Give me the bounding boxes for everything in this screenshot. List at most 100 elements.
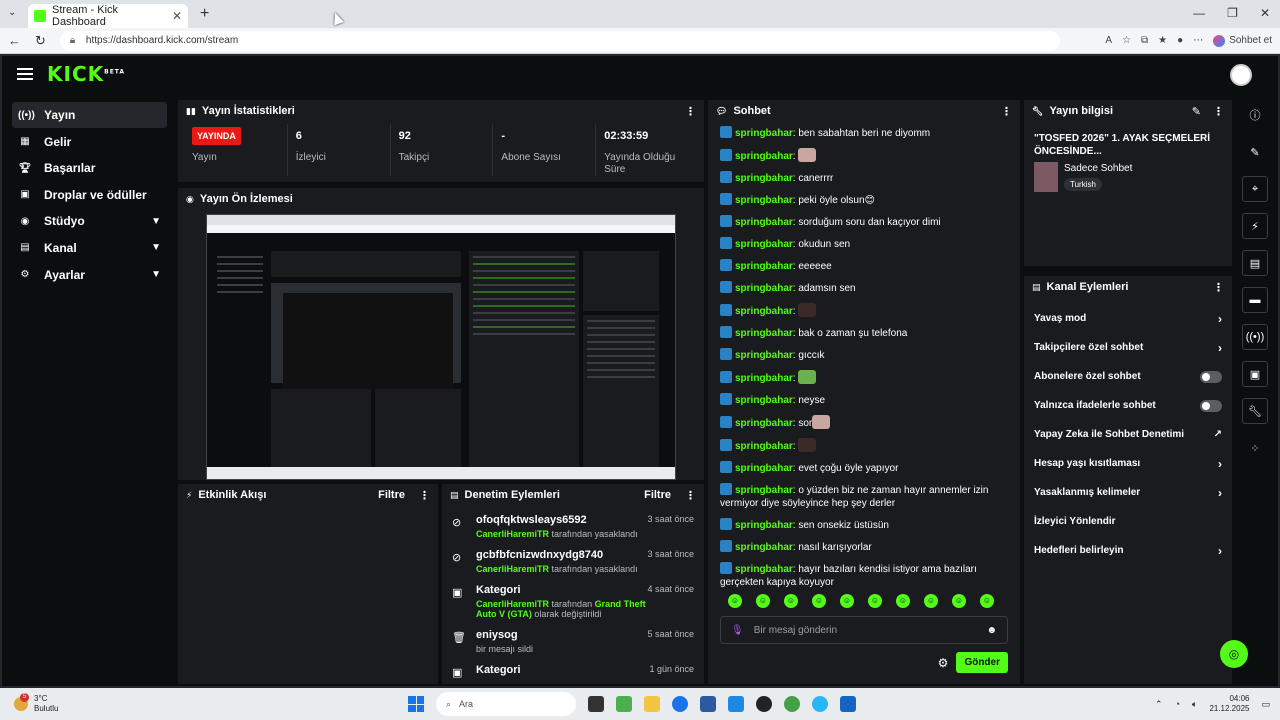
chat-username[interactable]: springbahar: [735, 441, 793, 452]
more-icon[interactable]: ⋯: [1193, 35, 1203, 46]
edit-icon[interactable]: ✎: [1192, 105, 1201, 118]
sidebar-item-yayin[interactable]: ((•)) Yayın: [12, 102, 167, 128]
chat-username[interactable]: springbahar: [735, 128, 793, 139]
sidebar-item-gelir[interactable]: ▦ Gelir: [12, 129, 167, 155]
chat-message[interactable]: springbahar:: [720, 434, 1012, 457]
weather-widget[interactable]: 5 3°C Bulutlu: [14, 693, 58, 714]
chat-messages[interactable]: springbahar: ben sabahtan beri ne diyomm…: [708, 122, 1020, 590]
favorite-star-icon[interactable]: ☆: [1122, 35, 1131, 46]
sidebar-item-kanal[interactable]: ▤ Kanal ▼: [12, 235, 167, 261]
tab-list-icon[interactable]: ⌄: [8, 7, 16, 18]
chat-username[interactable]: springbahar: [735, 239, 793, 250]
kick-logo[interactable]: KICKBETA: [47, 62, 125, 86]
more-options-icon[interactable]: ⋮: [685, 105, 696, 118]
sidebar-item-droplar[interactable]: ▣ Droplar ve ödüller: [12, 182, 167, 208]
copilot-button[interactable]: Sohbet et: [1213, 34, 1272, 47]
windows-start-icon[interactable]: [408, 696, 424, 712]
chat-message[interactable]: springbahar: sen onsekiz üstüsün: [720, 514, 1012, 536]
channel-action-item[interactable]: Hesap yaşı kısıtlaması ›: [1024, 449, 1232, 478]
more-options-icon[interactable]: ⋮: [419, 489, 430, 502]
info-icon[interactable]: ⓘ: [1242, 102, 1268, 128]
chat-message[interactable]: springbahar: o yüzden biz ne zaman hayır…: [720, 479, 1012, 514]
chat-username[interactable]: springbahar: [735, 195, 793, 206]
obs-icon[interactable]: [756, 696, 772, 712]
pencil-icon[interactable]: ✎: [1242, 139, 1268, 165]
edge-icon[interactable]: [672, 696, 688, 712]
emote-icon[interactable]: ☺: [980, 594, 994, 608]
wrench-icon[interactable]: 🔧︎: [1242, 398, 1268, 424]
file-explorer-icon[interactable]: [644, 696, 660, 712]
microphone-icon[interactable]: 🎙︎: [731, 625, 744, 636]
chat-username[interactable]: springbahar: [735, 564, 793, 575]
back-icon[interactable]: ←: [8, 33, 21, 49]
task-view-icon[interactable]: [588, 696, 604, 712]
menu-icon[interactable]: [17, 68, 33, 80]
chat-message[interactable]: springbahar: neyse: [720, 389, 1012, 411]
filter-button[interactable]: Filtre: [644, 489, 671, 501]
channel-action-item[interactable]: Abonelere özel sohbet: [1024, 362, 1232, 391]
chat-message[interactable]: springbahar: sorduğum soru dan kaçıyor d…: [720, 211, 1012, 233]
chat-username[interactable]: springbahar: [735, 373, 793, 384]
integrations-icon[interactable]: ⁘: [1242, 435, 1268, 461]
chat-message[interactable]: springbahar: ben sabahtan beri ne diyomm: [720, 122, 1012, 144]
chat-message[interactable]: springbahar: adamsın sen: [720, 277, 1012, 299]
user-avatar[interactable]: [1230, 64, 1252, 86]
channel-action-item[interactable]: Yapay Zeka ile Sohbet Denetimi ↗: [1024, 420, 1232, 449]
list-item[interactable]: ▣ Kategori 1 gün önce: [452, 658, 694, 683]
kick-app-icon[interactable]: [784, 696, 800, 712]
maximize-icon[interactable]: ❐: [1227, 6, 1238, 20]
chat-username[interactable]: springbahar: [735, 350, 793, 361]
chat-username[interactable]: springbahar: [735, 306, 793, 317]
sidebar-item-basarilar[interactable]: 🏆︎ Başarılar: [12, 155, 167, 181]
chat-message[interactable]: springbahar:: [720, 299, 1012, 322]
support-chat-button[interactable]: ◎: [1220, 640, 1248, 668]
chat-username[interactable]: springbahar: [735, 217, 793, 228]
emoji-picker-icon[interactable]: ☻: [986, 625, 997, 636]
app-icon[interactable]: [812, 696, 828, 712]
list-item[interactable]: 🗑︎ eniysog bir mesajı sildi 5 saat önce: [452, 623, 694, 658]
send-button[interactable]: Gönder: [956, 652, 1008, 673]
emote-icon[interactable]: ☺: [756, 594, 770, 608]
chat-username[interactable]: springbahar: [735, 173, 793, 184]
chat-message[interactable]: springbahar: okudun sen: [720, 233, 1012, 255]
favorites-icon[interactable]: ★: [1158, 35, 1167, 46]
more-options-icon[interactable]: ⋮: [1001, 105, 1012, 118]
browser-tab[interactable]: Stream - Kick Dashboard ✕: [28, 4, 188, 28]
chat-username[interactable]: springbahar: [735, 463, 793, 474]
target-icon[interactable]: ⌖: [1242, 176, 1268, 202]
store-icon[interactable]: [700, 696, 716, 712]
chat-username[interactable]: springbahar: [735, 418, 793, 429]
toggle-switch[interactable]: [1200, 370, 1222, 383]
chat-settings-icon[interactable]: ⚙: [938, 656, 949, 670]
chat-username[interactable]: springbahar: [735, 151, 793, 162]
toggle-switch[interactable]: [1200, 399, 1222, 412]
profile-icon[interactable]: ●: [1177, 35, 1183, 46]
list-item[interactable]: ▣ Kategori CanerliHaremiTR tarafından Gra…: [452, 578, 694, 623]
chevron-up-icon[interactable]: ⌃: [1155, 699, 1163, 710]
chat-message[interactable]: springbahar: eeeeee: [720, 255, 1012, 277]
notification-icon[interactable]: ▭: [1261, 699, 1270, 710]
bolt-icon[interactable]: ⚡︎: [1242, 213, 1268, 239]
chat-input[interactable]: 🎙︎ Bir mesaj gönderin ☻: [720, 616, 1008, 644]
channel-action-item[interactable]: Takipçilere özel sohbet ›: [1024, 333, 1232, 362]
taskbar-search[interactable]: ⌕ Ara: [436, 692, 576, 716]
chat-username[interactable]: springbahar: [735, 261, 793, 272]
chat-username[interactable]: springbahar: [735, 283, 793, 294]
stream-preview-video[interactable]: [206, 214, 676, 480]
emote-icon[interactable]: ☺: [868, 594, 882, 608]
chat-message[interactable]: springbahar: hayır bazıları kendisi isti…: [720, 558, 1012, 590]
chat-username[interactable]: springbahar: [735, 485, 793, 496]
emote-icon[interactable]: ☺: [896, 594, 910, 608]
clock[interactable]: 04:06 21.12.2025: [1209, 694, 1249, 714]
chat-username[interactable]: springbahar: [735, 520, 793, 531]
new-tab-icon[interactable]: +: [200, 5, 209, 23]
channel-action-item[interactable]: Yalnızca ifadelerle sohbet: [1024, 391, 1232, 420]
chat-message[interactable]: springbahar: peki öyle olsun😊: [720, 189, 1012, 211]
channel-action-item[interactable]: Hedefleri belirleyin ›: [1024, 536, 1232, 565]
chat-message[interactable]: springbahar: evet çoğu öyle yapıyor: [720, 457, 1012, 479]
more-options-icon[interactable]: ⋮: [1213, 281, 1224, 294]
filter-button[interactable]: Filtre: [378, 489, 405, 501]
chat-username[interactable]: springbahar: [735, 542, 793, 553]
app-icon[interactable]: [616, 696, 632, 712]
outlook-icon[interactable]: [728, 696, 744, 712]
